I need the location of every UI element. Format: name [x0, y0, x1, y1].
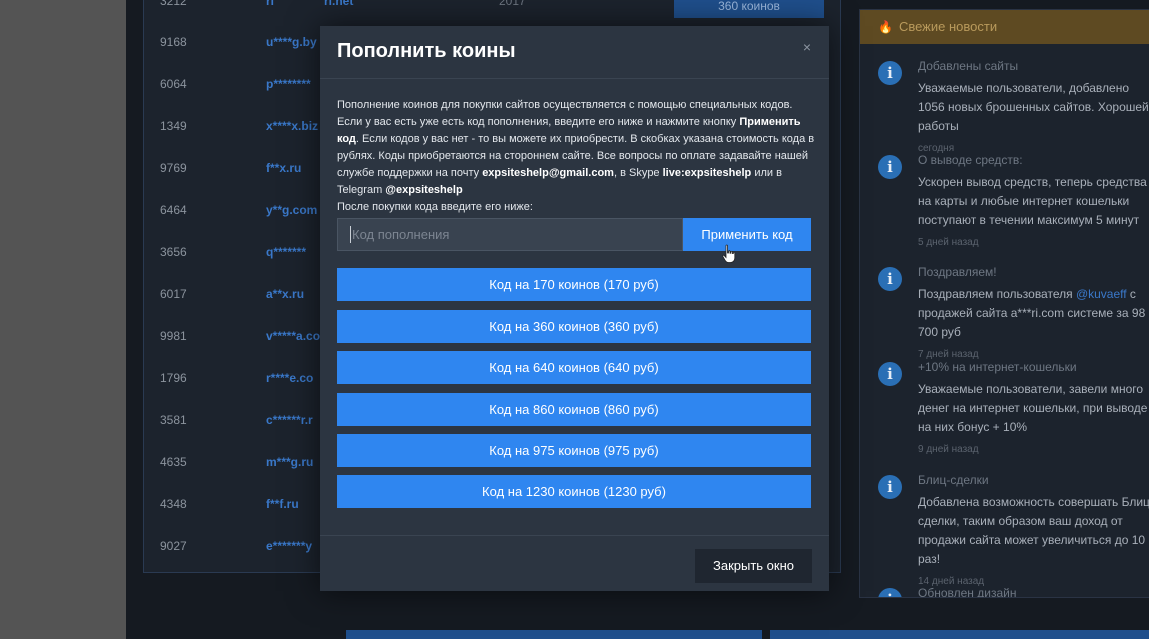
apply-code-button[interactable]: Применить код	[683, 218, 811, 251]
info-icon: i	[878, 475, 902, 499]
code-input[interactable]	[337, 218, 683, 251]
news-title: Поздравляем!	[918, 265, 997, 279]
news-date: 9 дней назад	[918, 444, 979, 455]
row-id: 9027	[160, 539, 187, 553]
buy-code-button[interactable]: Код на 975 коинов (975 руб)	[337, 434, 811, 467]
buy-code-button[interactable]: Код на 860 коинов (860 руб)	[337, 393, 811, 426]
news-text: Ускорен вывод средств, теперь средства н…	[918, 175, 1147, 227]
info-icon: i	[878, 155, 902, 179]
row-site-link[interactable]: f**f.ru	[266, 497, 299, 511]
row-id: 3212	[160, 0, 187, 8]
row-id: 4635	[160, 455, 187, 469]
row-id: 9981	[160, 329, 187, 343]
hand-cursor-icon	[722, 244, 736, 269]
close-window-button[interactable]: Закрыть окно	[695, 549, 812, 583]
description-text: Пополнение коинов для покупки сайтов осу…	[337, 99, 793, 128]
row-id: 3656	[160, 245, 187, 259]
row-id: 6064	[160, 77, 187, 91]
text-caret	[350, 226, 351, 243]
row-id: 6464	[160, 203, 187, 217]
row-site-link[interactable]: u****g.by	[266, 35, 317, 49]
buy-code-button[interactable]: Код на 360 коинов (360 руб)	[337, 310, 811, 343]
bottom-bar	[770, 630, 1149, 639]
news-text: Уважаемые пользователи, завели много ден…	[918, 382, 1148, 434]
news-body: Поздравляем пользователя @kuvaeff с прод…	[918, 285, 1149, 364]
row-site-link[interactable]: e*******y	[266, 539, 312, 553]
news-header-title: Свежие новости	[898, 19, 998, 34]
news-panel: 🔥 Свежие новости i Добавлены сайты Уважаемы…	[859, 9, 1149, 598]
price-button[interactable]: 360 коинов	[674, 0, 824, 18]
news-title: Блиц-сделки	[918, 473, 989, 487]
row-site-link[interactable]: a**x.ru	[266, 287, 304, 301]
row-site-link[interactable]: x****x.biz	[266, 119, 318, 133]
row-id: 6017	[160, 287, 187, 301]
row-site-link[interactable]: p********	[266, 77, 311, 91]
modal-title: Пополнить коины	[337, 40, 516, 62]
info-icon: i	[878, 267, 902, 291]
row-site-link[interactable]: v*****a.co	[266, 329, 320, 343]
row-site-link[interactable]: ri.net	[324, 0, 353, 8]
row-site-link[interactable]: q*******	[266, 245, 306, 259]
news-title: +10% на интернет-кошельки	[918, 360, 1077, 374]
news-title: Добавлены сайты	[918, 59, 1019, 73]
news-text: Уважаемые пользователи, добавлено 1056 н…	[918, 81, 1149, 133]
row-site-link[interactable]: f**x.ru	[266, 161, 301, 175]
info-icon: i	[878, 588, 902, 597]
close-icon[interactable]: ×	[803, 39, 811, 55]
buy-code-button[interactable]: Код на 1230 коинов (1230 руб)	[337, 475, 811, 508]
row-site-link[interactable]: y**g.com	[266, 203, 317, 217]
buy-code-button[interactable]: Код на 170 коинов (170 руб)	[337, 268, 811, 301]
row-site-link[interactable]: m***g.ru	[266, 455, 313, 469]
news-body: Ускорен вывод средств, теперь средства н…	[918, 173, 1149, 252]
news-body: Уважаемые пользователи, завели много ден…	[918, 380, 1149, 459]
news-body: Добавлена возможность совершать Блиц сде…	[918, 493, 1149, 591]
bottom-bar	[346, 630, 762, 639]
modal-description: Пополнение коинов для покупки сайтов осу…	[337, 97, 817, 216]
input-hint: После покупки кода введите его ниже:	[337, 201, 533, 213]
left-gutter	[0, 0, 126, 639]
row-site-link[interactable]: c******r.r	[266, 413, 313, 427]
row-id: 1349	[160, 119, 187, 133]
support-telegram: @expsiteshelp	[385, 184, 463, 196]
news-body: Уважаемые пользователи, добавлено 1056 н…	[918, 79, 1149, 158]
topup-modal: Пополнить коины × Пополнение коинов для …	[320, 26, 829, 591]
modal-header: Пополнить коины ×	[320, 26, 829, 79]
news-title: О выводе средств:	[918, 153, 1023, 167]
support-skype: live:expsiteshelp	[662, 167, 752, 179]
user-link[interactable]: @kuvaeff	[1076, 287, 1127, 301]
flame-icon: 🔥	[878, 20, 893, 34]
row-id: 9769	[160, 161, 187, 175]
news-text: Добавлена возможность совершать Блиц сде…	[918, 495, 1149, 566]
info-icon: i	[878, 362, 902, 386]
row-site-link[interactable]: r****e.co	[266, 371, 313, 385]
support-email: expsiteshelp@gmail.com	[482, 167, 614, 179]
news-header: 🔥 Свежие новости	[860, 10, 1149, 44]
description-text: , в Skype	[613, 167, 663, 179]
code-input-row: Применить код	[337, 218, 811, 251]
buy-code-button[interactable]: Код на 640 коинов (640 руб)	[337, 351, 811, 384]
row-site-link[interactable]: ri	[266, 0, 274, 8]
row-year: 2017	[499, 0, 526, 8]
info-icon: i	[878, 61, 902, 85]
row-id: 4348	[160, 497, 187, 511]
row-id: 9168	[160, 35, 187, 49]
news-title: Обновлен дизайн	[918, 586, 1017, 598]
row-id: 1796	[160, 371, 187, 385]
modal-footer: Закрыть окно	[320, 535, 829, 592]
news-text: Поздравляем пользователя	[918, 287, 1076, 301]
row-id: 3581	[160, 413, 187, 427]
news-date: 5 дней назад	[918, 237, 979, 248]
